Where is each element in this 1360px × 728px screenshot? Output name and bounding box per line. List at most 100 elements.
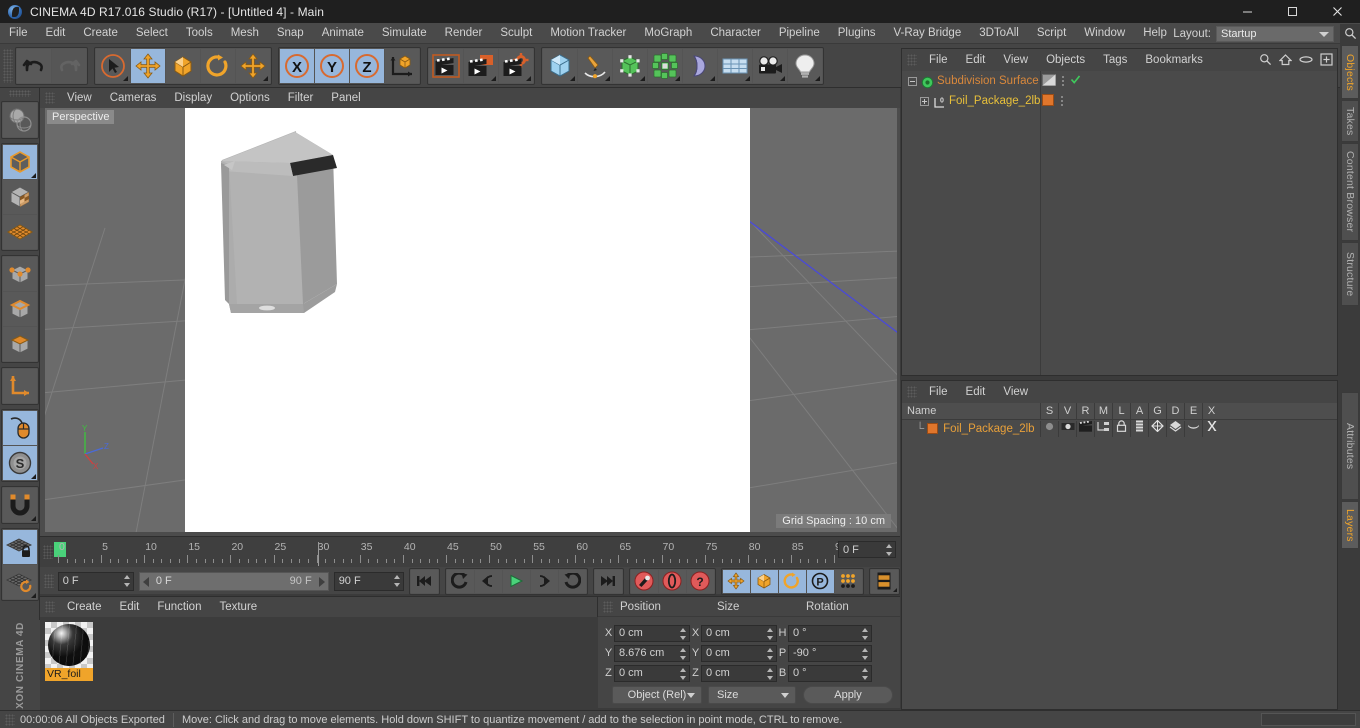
step-back-button[interactable] — [474, 569, 502, 593]
layer-column-v[interactable]: V — [1058, 403, 1076, 419]
add-primitive-button[interactable] — [543, 48, 577, 83]
enable-axis-modification-button[interactable] — [2, 411, 37, 445]
layer-column-l[interactable]: L — [1112, 403, 1130, 419]
step-forward-button[interactable] — [530, 569, 558, 593]
position-z-field[interactable]: 0 cm — [614, 664, 690, 682]
object-menu-edit[interactable]: Edit — [957, 50, 995, 70]
position-x-field[interactable]: 0 cm — [614, 624, 690, 642]
display-tag-icon[interactable] — [1042, 73, 1056, 89]
add-light-button[interactable] — [788, 48, 822, 83]
move-button[interactable] — [131, 48, 165, 83]
spinner-icon[interactable] — [680, 667, 687, 680]
material-menu-create[interactable]: Create — [58, 597, 111, 617]
range-right-arrow-icon[interactable] — [318, 576, 325, 587]
maximize-button[interactable] — [1270, 0, 1315, 23]
menu-create[interactable]: Create — [74, 23, 127, 43]
layer-column-x[interactable]: X — [1202, 403, 1220, 419]
material-grip[interactable] — [45, 601, 55, 613]
status-bar-grip[interactable] — [5, 713, 15, 726]
material-list[interactable]: VR_foil — [40, 617, 598, 709]
plus-box-icon[interactable] — [1320, 53, 1333, 69]
start-frame-field[interactable]: 0 F — [57, 571, 134, 591]
layer-row-foil-package[interactable]: └ Foil_Package_2lb — [902, 419, 1337, 437]
visible-eye-icon[interactable] — [1058, 420, 1076, 437]
timeline-current-frame-field[interactable]: 0 F — [838, 541, 896, 558]
layer-menu-edit[interactable]: Edit — [957, 382, 995, 402]
record-active-objects-button[interactable] — [630, 569, 658, 593]
tag-dots-icon[interactable] — [1061, 76, 1065, 86]
generator-icon[interactable] — [1148, 419, 1166, 437]
menu-window[interactable]: Window — [1075, 23, 1134, 43]
layout-select[interactable]: Startup — [1216, 25, 1334, 42]
menu-script[interactable]: Script — [1028, 23, 1075, 43]
menu-select[interactable]: Select — [127, 23, 177, 43]
previous-key-button[interactable] — [446, 569, 474, 593]
redo-button[interactable] — [52, 48, 86, 83]
minimize-button[interactable] — [1225, 0, 1270, 23]
xref-icon[interactable] — [1202, 420, 1220, 437]
object-tree[interactable]: Subdivision Surface 0 Foil_Package_2lb — [902, 71, 1337, 375]
viewport-menu-options[interactable]: Options — [221, 88, 279, 108]
world-object-coord-button[interactable] — [385, 48, 419, 83]
workplane-grid-button[interactable] — [2, 215, 37, 249]
record-position-button[interactable] — [722, 569, 750, 593]
layer-menu-view[interactable]: View — [994, 382, 1037, 402]
timeline-track[interactable]: 051015202530354045505560657075808590 — [54, 540, 847, 566]
close-button[interactable] — [1315, 0, 1360, 23]
spinner-icon[interactable] — [886, 544, 893, 556]
add-mograph-button[interactable] — [648, 48, 682, 83]
texture-axis-button[interactable] — [2, 103, 37, 137]
record-parameter-button[interactable] — [834, 569, 862, 593]
menu-plugins[interactable]: Plugins — [829, 23, 885, 43]
menu-snap[interactable]: Snap — [268, 23, 313, 43]
snap-magnet-button[interactable] — [2, 488, 37, 522]
menu-tools[interactable]: Tools — [177, 23, 222, 43]
layer-column-g[interactable]: G — [1148, 403, 1166, 419]
menu-3dtoall[interactable]: 3DToAll — [970, 23, 1028, 43]
menu-motion-tracker[interactable]: Motion Tracker — [541, 23, 635, 43]
menu-help[interactable]: Help — [1134, 23, 1176, 43]
material-item-vr-foil[interactable]: VR_foil — [45, 622, 93, 682]
layer-manager-grip[interactable] — [907, 386, 917, 398]
check-tag-icon[interactable] — [1070, 74, 1081, 88]
rotation-p-field[interactable]: -90 ° — [788, 644, 872, 662]
tag-dots-icon[interactable] — [1060, 96, 1064, 106]
spinner-icon[interactable] — [767, 667, 774, 680]
layer-column-s[interactable]: S — [1040, 403, 1058, 419]
scale-button[interactable] — [166, 48, 200, 83]
size-mode-select[interactable]: Size — [708, 686, 796, 704]
deformer-icon[interactable] — [1166, 420, 1184, 437]
vtab-objects[interactable]: Objects — [1341, 45, 1359, 99]
viewport-menu-display[interactable]: Display — [165, 88, 221, 108]
expander-minus-icon[interactable] — [908, 76, 917, 86]
live-selection-button[interactable] — [96, 48, 130, 83]
add-spline-button[interactable] — [578, 48, 612, 83]
object-axis-button[interactable] — [2, 369, 37, 403]
spinner-icon[interactable] — [862, 667, 869, 680]
material-tag-icon[interactable] — [1042, 93, 1054, 109]
menu-mograph[interactable]: MoGraph — [635, 23, 701, 43]
add-scene-object-button[interactable] — [718, 48, 752, 83]
lock-y-button[interactable]: Y — [315, 48, 349, 83]
vtab-content-browser[interactable]: Content Browser — [1341, 143, 1359, 241]
vtab-layers[interactable]: Layers — [1341, 501, 1359, 549]
viewport-menu-view[interactable]: View — [58, 88, 101, 108]
next-key-button[interactable] — [558, 569, 586, 593]
model-mode-button[interactable] — [2, 145, 37, 179]
dynamic-place-button[interactable] — [236, 48, 270, 83]
menu-render[interactable]: Render — [436, 23, 492, 43]
apply-button[interactable]: Apply — [803, 686, 893, 704]
goto-end-button[interactable] — [594, 569, 622, 593]
timeline-controls-grip[interactable] — [44, 574, 54, 588]
record-pla-button[interactable]: P — [806, 569, 834, 593]
size-y-field[interactable]: 0 cm — [701, 644, 777, 662]
polygons-mode-button[interactable] — [2, 327, 37, 361]
timeline-range-bar[interactable]: 0 F 90 F — [138, 571, 329, 591]
menu-edit[interactable]: Edit — [37, 23, 75, 43]
animation-layers-button[interactable] — [870, 569, 898, 593]
add-deformer-button[interactable] — [683, 48, 717, 83]
spinner-icon[interactable] — [393, 574, 401, 587]
size-x-field[interactable]: 0 cm — [701, 624, 777, 642]
home-icon[interactable] — [1278, 53, 1293, 69]
eye-icon[interactable] — [1299, 53, 1313, 69]
